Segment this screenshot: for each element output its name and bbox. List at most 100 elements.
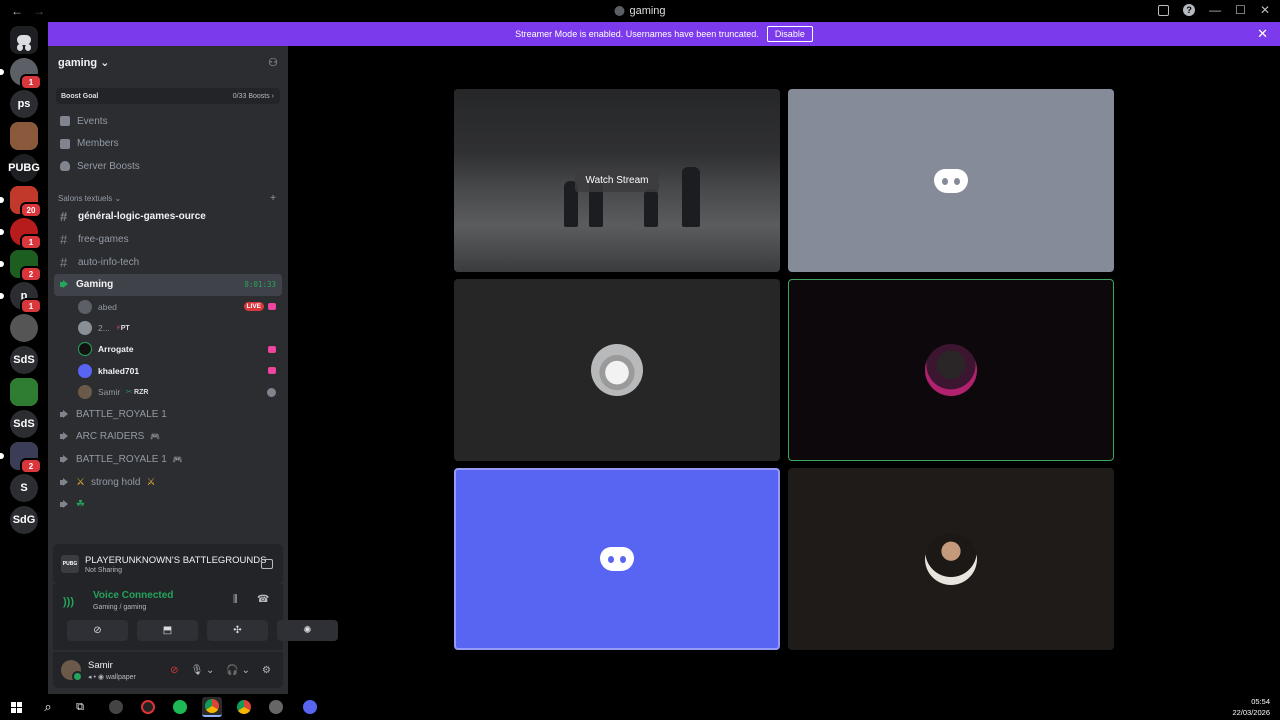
voice-status[interactable]: Voice Connected xyxy=(93,590,173,601)
server-icon[interactable] xyxy=(10,122,38,150)
voice-channel[interactable]: BATTLE_ROYALE 1 xyxy=(54,403,282,426)
voice-channel[interactable]: ☘ xyxy=(54,493,282,516)
video-tile[interactable] xyxy=(788,89,1114,272)
search-icon[interactable]: ⌕ xyxy=(38,697,58,717)
streamer-mode-banner: Streamer Mode is enabled. Usernames have… xyxy=(48,22,1280,46)
notification-badge: 20 xyxy=(20,202,42,218)
video-tile[interactable] xyxy=(454,279,780,461)
nav-server-boosts[interactable]: Server Boosts xyxy=(48,155,288,178)
game-icon: PUBG xyxy=(61,555,79,573)
live-badge: LIVE xyxy=(243,302,264,312)
user-panel: Samir ◂ • ◉ wallpaper ⊘ 🎙 ⌄ 🎧 ⌄ ⚙ xyxy=(53,652,283,688)
voice-channel-active[interactable]: Gaming 8:01:33 xyxy=(54,273,282,297)
user-status: ◂ • ◉ wallpaper xyxy=(88,673,136,681)
share-screen-icon[interactable] xyxy=(261,559,273,569)
server-icon[interactable]: SdS xyxy=(10,346,38,374)
voice-location[interactable]: Gaming / gaming xyxy=(93,604,146,611)
headphones-icon[interactable]: 🎧 ⌄ xyxy=(226,665,250,676)
video-tile[interactable] xyxy=(788,468,1114,650)
signal-icon[interactable]: ))) xyxy=(63,596,77,608)
server-icon[interactable]: S xyxy=(10,474,38,502)
voice-user[interactable]: abed LIVE xyxy=(78,296,288,317)
disconnect-icon[interactable]: ☎ xyxy=(257,594,269,606)
server-icon xyxy=(614,6,625,16)
server-label: SdG xyxy=(12,514,36,526)
forward-arrow-icon[interactable]: → xyxy=(33,4,45,18)
noise-suppression-icon[interactable]: ⫼ xyxy=(233,594,245,606)
server-icon[interactable]: SdS xyxy=(10,410,38,438)
voice-user[interactable]: Samir ✂ RZR xyxy=(78,381,288,402)
chrome-icon[interactable] xyxy=(234,697,254,717)
category-header[interactable]: Salons textuels ⌄ + xyxy=(48,192,288,206)
server-icon[interactable]: PUBG xyxy=(8,154,40,182)
voice-connected-panel: ))) Voice Connected Gaming / gaming ⫼ ☎ … xyxy=(53,584,338,650)
spotify-logo xyxy=(173,700,187,714)
avatar xyxy=(78,342,92,357)
direct-messages-button[interactable] xyxy=(10,26,38,54)
help-icon[interactable]: ? xyxy=(1183,4,1196,16)
voice-user[interactable]: Arrogate xyxy=(78,339,288,360)
soundboard-button[interactable]: ✺ xyxy=(277,620,338,641)
server-icon[interactable]: 1 xyxy=(10,58,42,90)
text-channel[interactable]: # auto-info-tech xyxy=(54,251,282,274)
nav-events[interactable]: Events xyxy=(48,110,288,133)
voice-channel[interactable]: BATTLE_ROYALE 1 🎮 xyxy=(54,448,282,471)
hash-icon: # xyxy=(60,254,68,270)
server-icon[interactable]: SdG xyxy=(10,506,38,534)
discord-taskbar-icon[interactable] xyxy=(300,697,320,717)
server-icon[interactable]: 2 xyxy=(10,442,42,474)
voice-user[interactable]: 2... ⚡PT xyxy=(78,318,288,339)
close-banner-icon[interactable]: ✕ xyxy=(1257,26,1268,42)
voice-user[interactable]: khaled701 xyxy=(78,360,288,381)
discord-logo-icon xyxy=(600,547,634,571)
microphone-icon[interactable]: 🎙 ⌄ xyxy=(191,665,215,676)
minimize-button[interactable]: — xyxy=(1209,3,1221,17)
share-screen-button[interactable]: ⬒ xyxy=(137,620,198,641)
task-view-icon[interactable]: ⧉ xyxy=(70,697,90,717)
server-header[interactable]: gaming ⌄ ⚇ xyxy=(48,46,288,78)
taskbar-app[interactable] xyxy=(138,697,158,717)
chrome-icon[interactable] xyxy=(202,697,222,717)
server-icon[interactable]: 2 xyxy=(10,250,42,282)
server-icon[interactable]: 1 xyxy=(10,218,42,250)
nav-members[interactable]: Members xyxy=(48,133,288,156)
start-button[interactable] xyxy=(6,697,26,717)
inbox-icon[interactable] xyxy=(1158,4,1170,16)
disable-streamer-mode-button[interactable]: Disable xyxy=(766,26,813,42)
voice-channel[interactable]: ⚔ strong hold ⚔ xyxy=(54,471,282,494)
window-titlebar: ← → gaming ? — ☐ ✕ xyxy=(0,0,1280,22)
camera-muted-icon[interactable]: ⊘ xyxy=(170,665,178,676)
server-name: gaming xyxy=(58,56,98,69)
system-clock[interactable]: 05:54 22/03/2026 xyxy=(1232,696,1270,718)
share-status: Not Sharing xyxy=(85,566,122,574)
video-tile-speaking[interactable] xyxy=(788,279,1114,461)
stream-tile[interactable]: Watch Stream xyxy=(454,89,780,272)
boost-goal[interactable]: Boost Goal 0/33 Boosts › xyxy=(56,88,280,104)
taskbar-app[interactable] xyxy=(106,697,126,717)
close-window-button[interactable]: ✕ xyxy=(1260,3,1270,17)
text-channel[interactable]: # général-logic-games-ource xyxy=(54,206,282,229)
avatar xyxy=(78,385,92,400)
back-arrow-icon[interactable]: ← xyxy=(11,4,23,18)
speaker-icon xyxy=(60,477,70,487)
server-icon[interactable]: p1 xyxy=(10,282,42,314)
server-icon[interactable]: ps xyxy=(10,90,38,118)
avatar[interactable] xyxy=(61,660,83,682)
add-channel-icon[interactable]: + xyxy=(270,193,276,204)
maximize-button[interactable]: ☐ xyxy=(1235,3,1246,17)
video-tile-selected[interactable] xyxy=(454,468,780,650)
server-icon[interactable] xyxy=(10,314,38,342)
windows-logo-icon xyxy=(10,701,22,713)
settings-gear-icon[interactable]: ⚙ xyxy=(262,665,271,676)
watch-stream-button[interactable]: Watch Stream xyxy=(574,169,660,192)
text-channel[interactable]: # free-games xyxy=(54,228,282,251)
server-icon[interactable] xyxy=(10,378,38,406)
gamepad-icon: 🎮 xyxy=(172,454,183,464)
taskbar-app[interactable] xyxy=(266,697,286,717)
spotify-icon[interactable] xyxy=(170,697,190,717)
activities-button[interactable]: ✣ xyxy=(207,620,268,641)
camera-off-button[interactable]: ⊘ xyxy=(67,620,128,641)
invite-icon[interactable]: ⚇ xyxy=(268,56,278,69)
voice-channel[interactable]: ARC RAIDERS 🎮 xyxy=(54,425,282,448)
server-icon[interactable]: 20 xyxy=(10,186,42,218)
